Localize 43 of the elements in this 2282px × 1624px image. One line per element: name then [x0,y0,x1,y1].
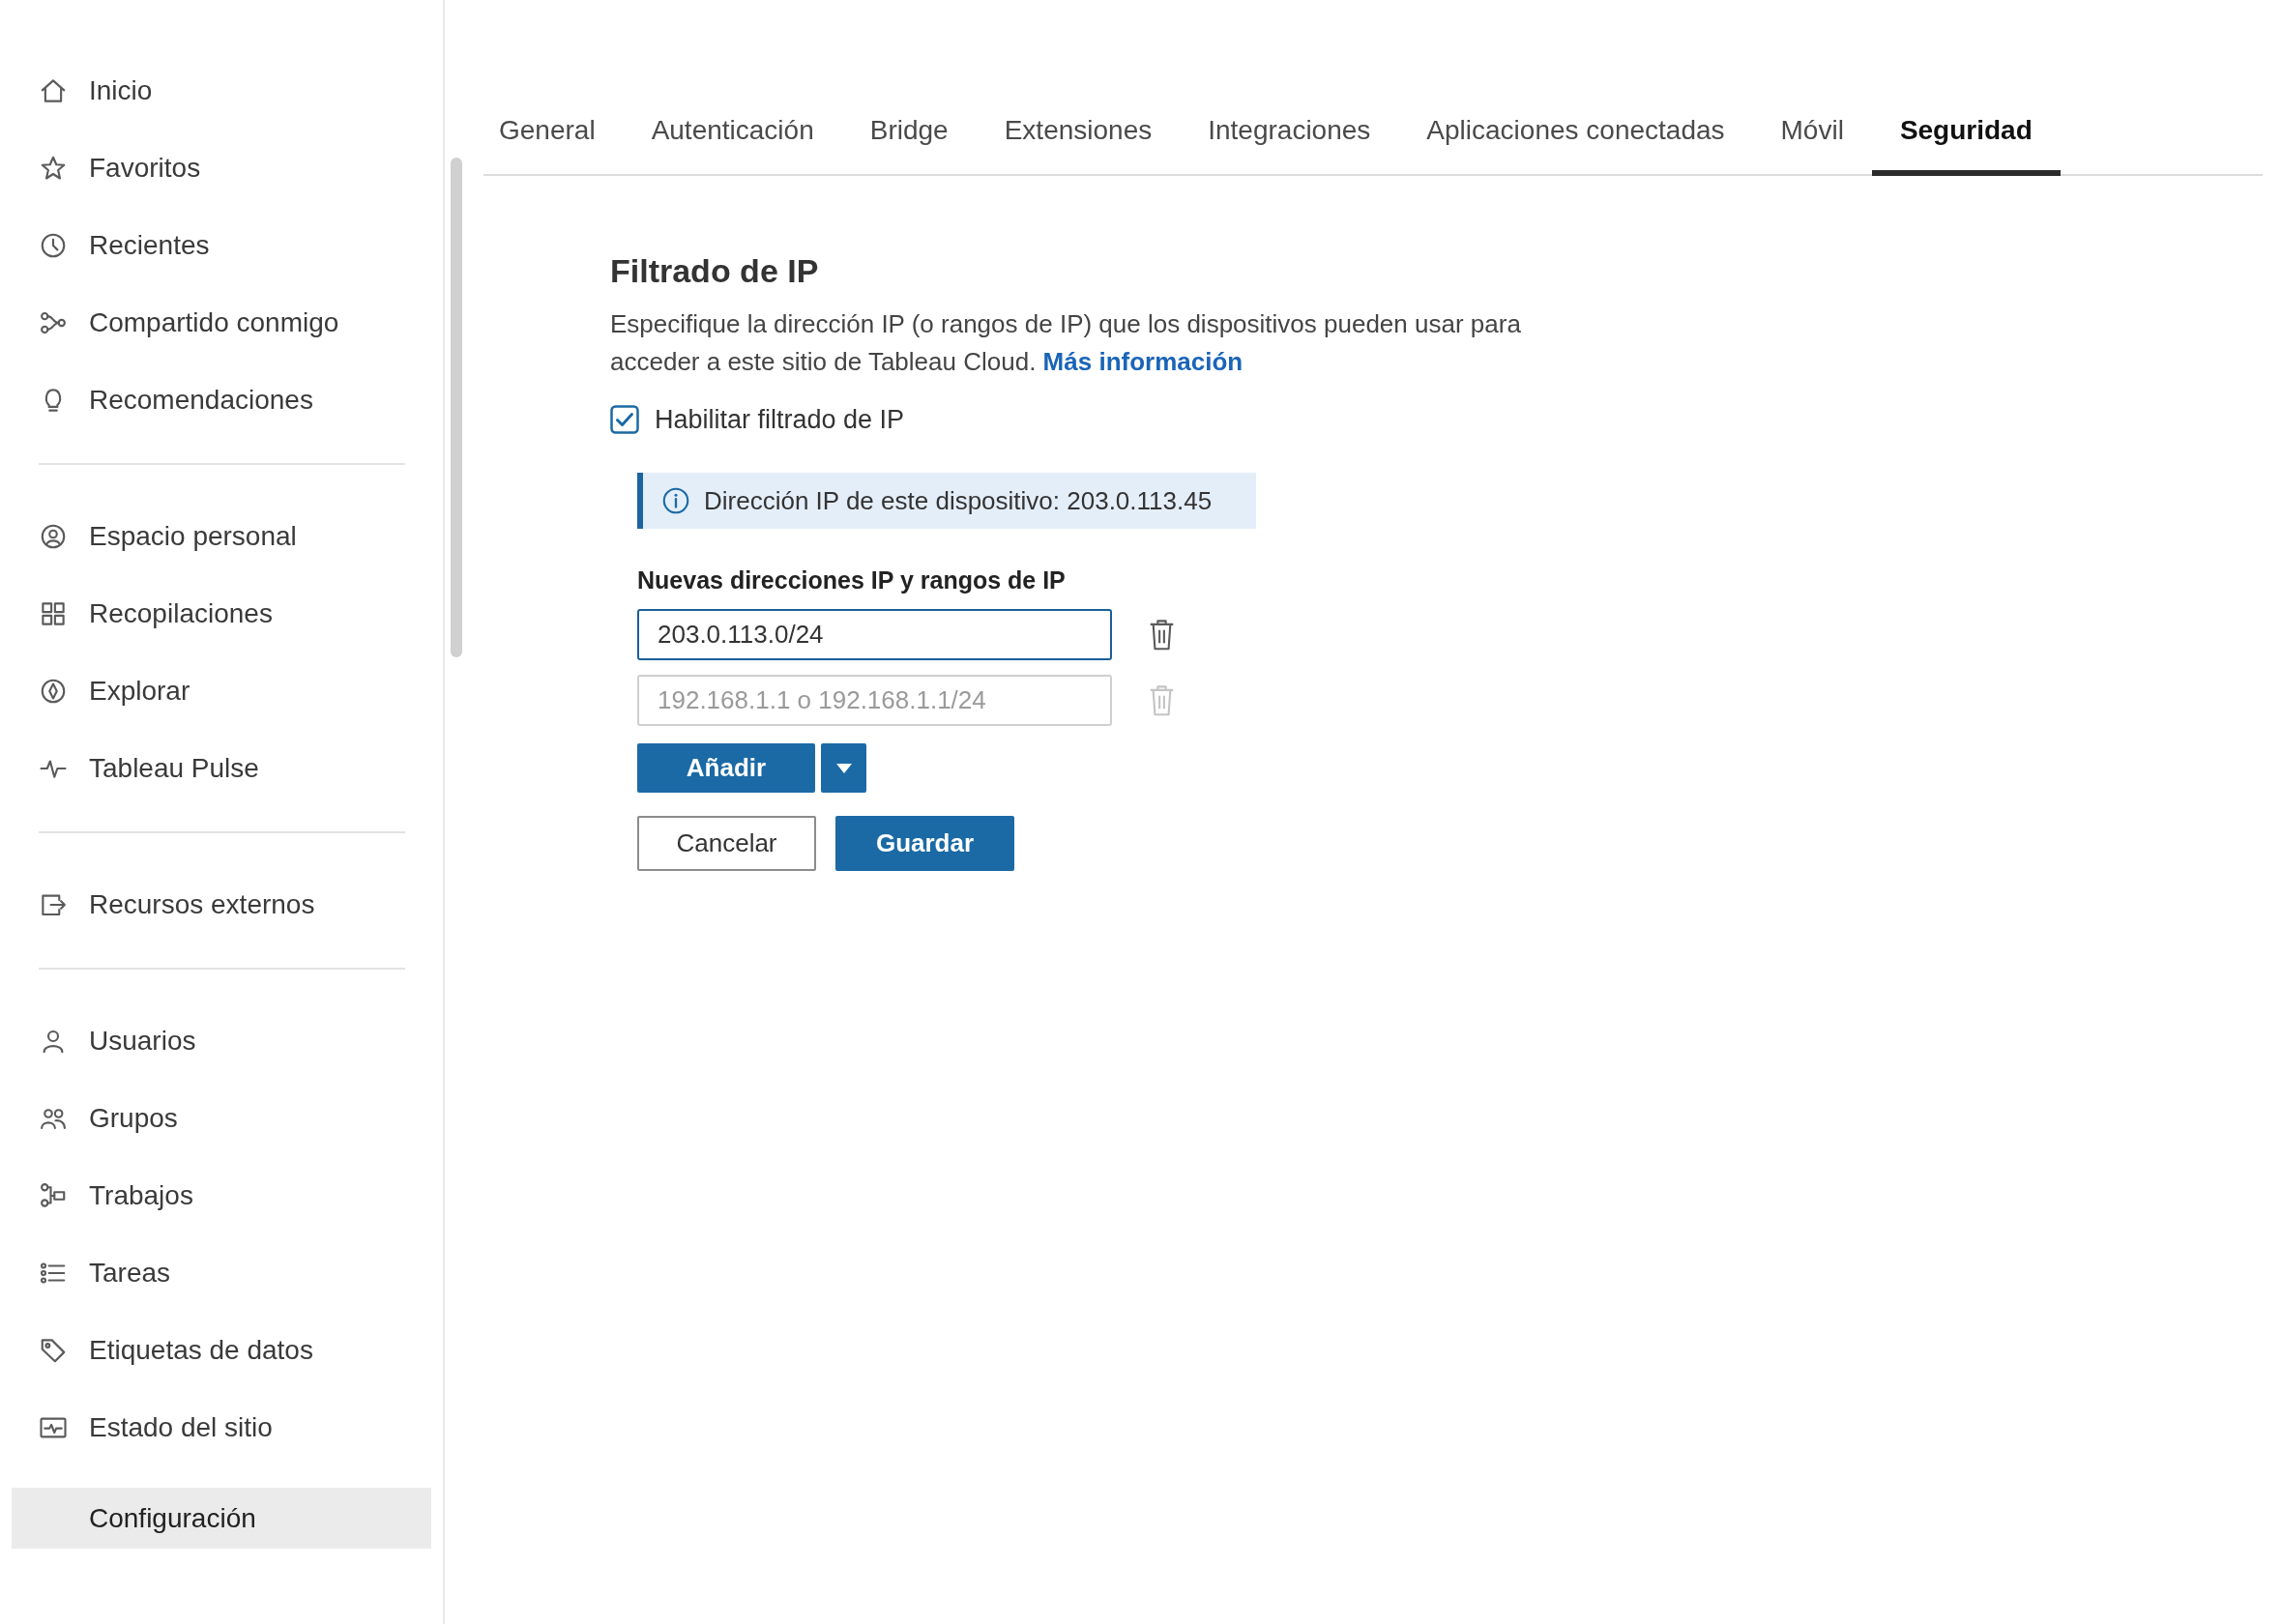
sidebar-item[interactable]: Inicio [12,60,431,121]
scrollbar-thumb[interactable] [451,158,462,657]
tab[interactable]: Autenticación [623,91,842,176]
trash-icon[interactable] [1148,619,1176,652]
field-label: Nuevas direcciones IP y rangos de IP [637,566,1067,595]
tab[interactable]: Seguridad [1871,91,2061,176]
tab[interactable]: Móvil [1752,91,1872,176]
sidebar-item[interactable]: Explorar [12,660,431,721]
sidebar-item[interactable]: Usuarios [12,1010,431,1071]
ip-input-field[interactable]: 192.168.1.1 o 192.168.1.1/24 [637,675,1112,727]
sidebar-item[interactable]: Favoritos [12,137,431,198]
more-info-link[interactable]: Más información [1042,346,1243,376]
sidebar-item[interactable]: Tableau Pulse [12,738,431,798]
ip-input-field[interactable]: 203.0.113.0/24 [637,609,1112,661]
sidebar-item[interactable]: Tareas [12,1242,431,1303]
sidebar-item[interactable]: Etiquetas de datos [12,1320,431,1380]
sidebar-item[interactable]: Recopilaciones [12,583,431,644]
flow-icon [39,1180,68,1210]
add-button[interactable]: Añadir [637,743,815,794]
sidebar-item[interactable]: Compartido conmigo [12,292,431,353]
sidebar-item[interactable]: Espacio personal [12,506,431,566]
checkbox-label[interactable]: Habilitar filtrado de IP [655,399,905,440]
section-title: Filtrado de IP [610,251,820,291]
tab[interactable]: Extensiones [976,91,1181,176]
sidebar-item[interactable]: Recomendaciones [12,369,431,430]
sidebar-item[interactable]: Estado del sitio [12,1397,431,1458]
info-text: Dirección IP de este dispositivo: 203.0.113.45 [704,484,1213,517]
tab[interactable]: Aplicaciones conectadas [1398,91,1753,176]
tab[interactable]: Integraciones [1180,91,1399,176]
save-button[interactable]: Guardar [835,816,1014,872]
info-icon [662,487,689,515]
dropdown-button[interactable] [821,743,866,794]
caret-icon [835,763,852,773]
sidebar-item[interactable]: Recursos externos [12,874,431,935]
sidebar-item[interactable]: Trabajos [12,1165,431,1226]
tab[interactable]: Bridge [841,91,977,176]
description-text: Especifique la dirección IP (o rangos de IP) que los dispositivos pueden usar para acceder a este sitio de Tableau Cloud. Más información [610,307,1522,378]
sidebar-item[interactable]: Configuración [12,1488,431,1549]
checkbox[interactable] [610,405,639,435]
sidebar-item[interactable]: Grupos [12,1088,431,1148]
sidebar-item[interactable]: Recientes [12,215,431,276]
cancel-button[interactable]: Cancelar [637,816,816,872]
tab[interactable]: General [471,91,624,176]
